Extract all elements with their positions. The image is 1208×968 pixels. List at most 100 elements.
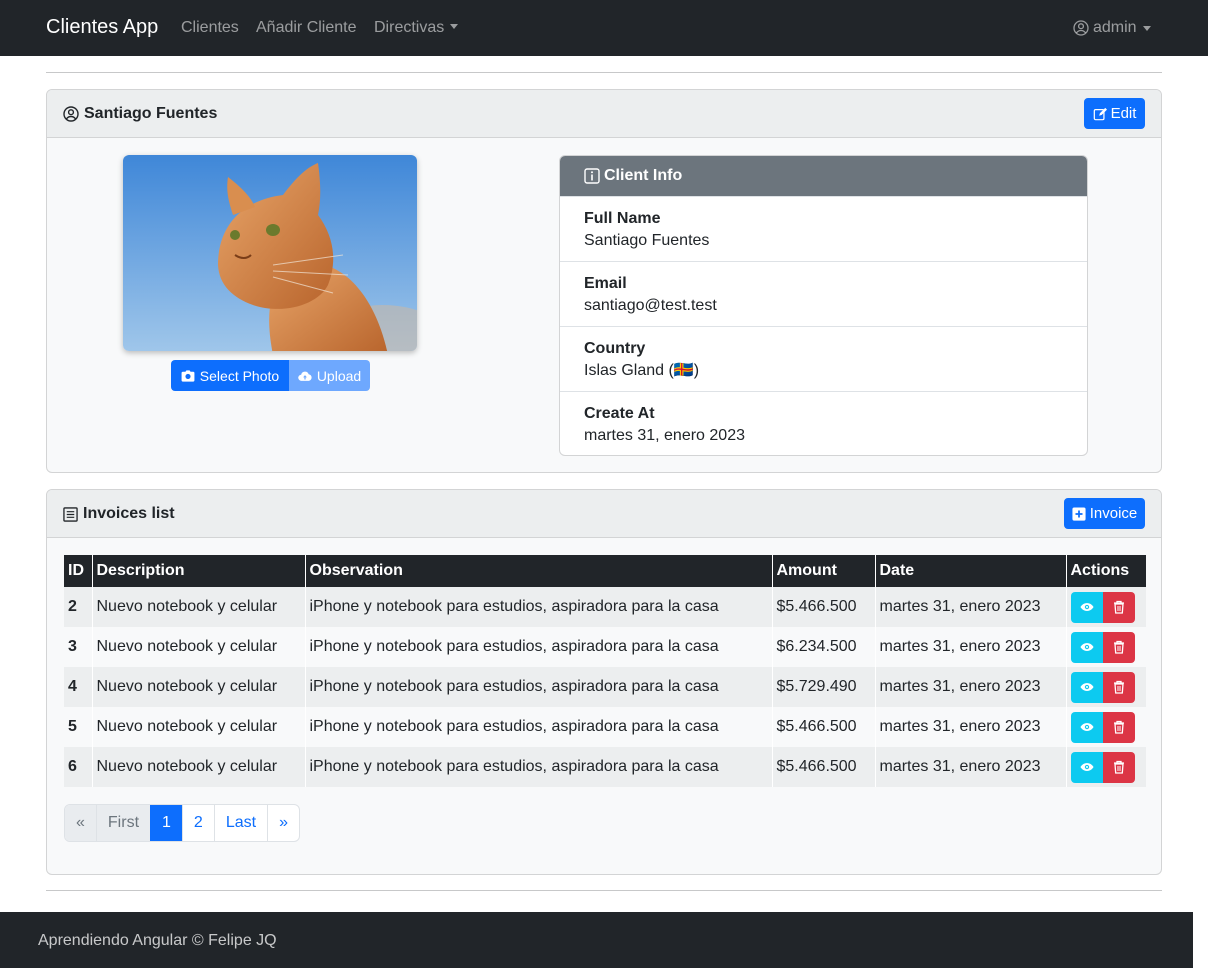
cell-amount: $5.466.500: [771, 587, 875, 627]
delete-invoice-button[interactable]: [1102, 591, 1135, 623]
navbar: Clientes App Clientes Añadir Cliente Dir…: [0, 0, 1208, 56]
cell-date: martes 31, enero 2023: [874, 707, 1066, 747]
column-header-description: Description: [91, 555, 305, 587]
table-row: 3 Nuevo notebook y celular iPhone y notebo…: [64, 627, 1146, 667]
page-2[interactable]: 2: [181, 805, 214, 841]
info-label: Create At: [584, 405, 655, 422]
action-buttons: [1070, 711, 1143, 743]
cell-description: Nuevo notebook y celular: [91, 707, 305, 747]
client-card-header: Santiago Fuentes Edit: [47, 90, 1161, 138]
page-next[interactable]: »: [267, 805, 299, 841]
footer: Aprendiendo Angular © Felipe JQ: [0, 912, 1193, 968]
info-label: Email: [584, 275, 627, 292]
table-row: 6 Nuevo notebook y celular iPhone y notebo…: [64, 747, 1146, 787]
cell-id: 4: [64, 667, 92, 707]
cell-id: 2: [64, 587, 92, 627]
trash-icon: [1113, 640, 1124, 654]
delete-invoice-button[interactable]: [1102, 711, 1135, 743]
select-photo-label: Select Photo: [199, 367, 280, 384]
eye-icon: [1079, 643, 1094, 651]
cell-actions: [1065, 627, 1146, 667]
info-icon: [584, 168, 600, 184]
select-photo-button[interactable]: Select Photo: [171, 360, 289, 391]
view-invoice-button[interactable]: [1070, 631, 1103, 663]
divider: [46, 890, 1162, 891]
eye-icon: [1079, 723, 1094, 731]
nav-link-directivas-label: Directivas: [374, 19, 445, 36]
cat-photo: [123, 155, 417, 351]
table-header-row: ID Description Observation Amount Date A…: [64, 555, 1146, 587]
page-1[interactable]: 1: [150, 805, 182, 841]
nav-dropdown-directivas[interactable]: Directivas: [374, 19, 459, 37]
info-item-full-name: Full Name Santiago Fuentes: [560, 196, 1087, 261]
cell-description: Nuevo notebook y celular: [91, 747, 305, 787]
trash-icon: [1113, 720, 1124, 734]
cell-amount: $6.234.500: [771, 627, 875, 667]
user-name: admin: [1093, 19, 1137, 36]
trash-icon: [1113, 760, 1124, 774]
delete-invoice-button[interactable]: [1102, 631, 1135, 663]
photo-button-group: Select Photo Upload: [171, 360, 370, 391]
info-value: Islas Gland (🇦🇽): [584, 362, 700, 379]
cell-actions: [1065, 587, 1146, 627]
cell-id: 3: [64, 627, 92, 667]
user-menu[interactable]: admin: [1073, 19, 1151, 37]
client-info-header: Client Info: [560, 156, 1087, 196]
table-row: 5 Nuevo notebook y celular iPhone y notebo…: [64, 707, 1146, 747]
cell-amount: $5.729.490: [771, 667, 875, 707]
action-buttons: [1070, 631, 1143, 663]
nav-link-clientes[interactable]: Clientes: [181, 19, 239, 37]
cell-date: martes 31, enero 2023: [874, 587, 1066, 627]
edit-button[interactable]: Edit: [1084, 98, 1145, 129]
brand[interactable]: Clientes App: [46, 16, 158, 39]
divider: [46, 72, 1162, 73]
info-label: Full Name: [584, 210, 661, 227]
column-header-observation: Observation: [304, 555, 772, 587]
eye-icon: [1079, 763, 1094, 771]
cloud-upload-icon: [298, 371, 312, 381]
page-prev[interactable]: «: [65, 805, 96, 841]
view-invoice-button[interactable]: [1070, 751, 1103, 783]
cell-observation: iPhone y notebook para estudios, aspirad…: [304, 667, 772, 707]
table-row: 4 Nuevo notebook y celular iPhone y notebo…: [64, 667, 1146, 707]
cell-description: Nuevo notebook y celular: [91, 587, 305, 627]
pagination: « First 1 2 Last »: [64, 804, 300, 842]
action-buttons: [1070, 591, 1143, 623]
upload-button[interactable]: Upload: [289, 360, 370, 391]
cell-amount: $5.466.500: [771, 747, 875, 787]
trash-icon: [1113, 680, 1124, 694]
add-invoice-button[interactable]: Invoice: [1064, 498, 1145, 529]
page-first[interactable]: First: [95, 805, 151, 841]
delete-invoice-button[interactable]: [1102, 671, 1135, 703]
view-invoice-button[interactable]: [1070, 591, 1103, 623]
client-info-title: Client Info: [604, 167, 683, 184]
nav-link-add-client[interactable]: Añadir Cliente: [256, 19, 357, 37]
chevron-down-icon: [1142, 25, 1151, 31]
client-info-panel: Client Info Full Name Santiago Fuentes E…: [559, 155, 1088, 456]
cell-id: 6: [64, 747, 92, 787]
footer-text: Aprendiendo Angular © Felipe JQ: [38, 932, 277, 949]
cell-amount: $5.466.500: [771, 707, 875, 747]
page-last[interactable]: Last: [213, 805, 267, 841]
cell-description: Nuevo notebook y celular: [91, 627, 305, 667]
column-header-date: Date: [874, 555, 1066, 587]
view-invoice-button[interactable]: [1070, 671, 1103, 703]
cell-description: Nuevo notebook y celular: [91, 667, 305, 707]
chevron-down-icon: [450, 24, 459, 29]
client-card: Santiago Fuentes Edit Select Photo Uploa…: [46, 89, 1162, 473]
cell-observation: iPhone y notebook para estudios, aspirad…: [304, 707, 772, 747]
cell-date: martes 31, enero 2023: [874, 747, 1066, 787]
info-label: Country: [584, 340, 646, 357]
view-invoice-button[interactable]: [1070, 711, 1103, 743]
column-header-id: ID: [64, 555, 92, 587]
info-item-email: Email santiago@test.test: [560, 261, 1087, 326]
cell-date: martes 31, enero 2023: [874, 627, 1066, 667]
cell-actions: [1065, 707, 1146, 747]
client-photo: [123, 155, 417, 351]
invoices-table: ID Description Observation Amount Date A…: [64, 555, 1146, 787]
invoices-card: Invoices list Invoice ID Description Obs…: [46, 489, 1162, 875]
camera-icon: [181, 369, 195, 382]
info-value: martes 31, enero 2023: [584, 427, 745, 444]
user-circle-icon: [1073, 20, 1089, 36]
delete-invoice-button[interactable]: [1102, 751, 1135, 783]
